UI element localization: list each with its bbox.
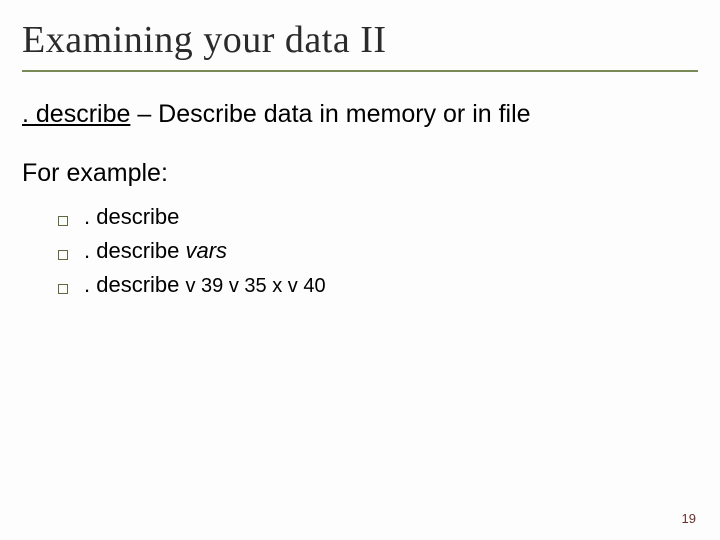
slide-title: Examining your data II xyxy=(22,18,698,62)
page-number: 19 xyxy=(682,511,696,526)
title-container: Examining your data II xyxy=(22,10,698,72)
slide: Examining your data II . describe – Desc… xyxy=(0,0,720,540)
square-bullet-icon xyxy=(58,250,68,260)
square-bullet-icon xyxy=(58,284,68,294)
example-text: . describe xyxy=(84,204,179,229)
example-italic: vars xyxy=(186,238,228,263)
for-example-label: For example: xyxy=(22,159,698,188)
example-small: v 39 v 35 x v 40 xyxy=(186,275,326,297)
example-list: . describe . describe vars . describe v … xyxy=(22,200,698,302)
list-item: . describe xyxy=(58,200,698,234)
command-description-line: . describe – Describe data in memory or … xyxy=(22,100,698,129)
command-description: – Describe data in memory or in file xyxy=(130,100,530,128)
square-bullet-icon xyxy=(58,216,68,226)
command-name: . describe xyxy=(22,100,130,128)
list-item: . describe vars xyxy=(58,234,698,268)
example-text: . describe xyxy=(84,238,186,263)
list-item: . describe v 39 v 35 x v 40 xyxy=(58,268,698,302)
example-text: . describe xyxy=(84,272,186,297)
